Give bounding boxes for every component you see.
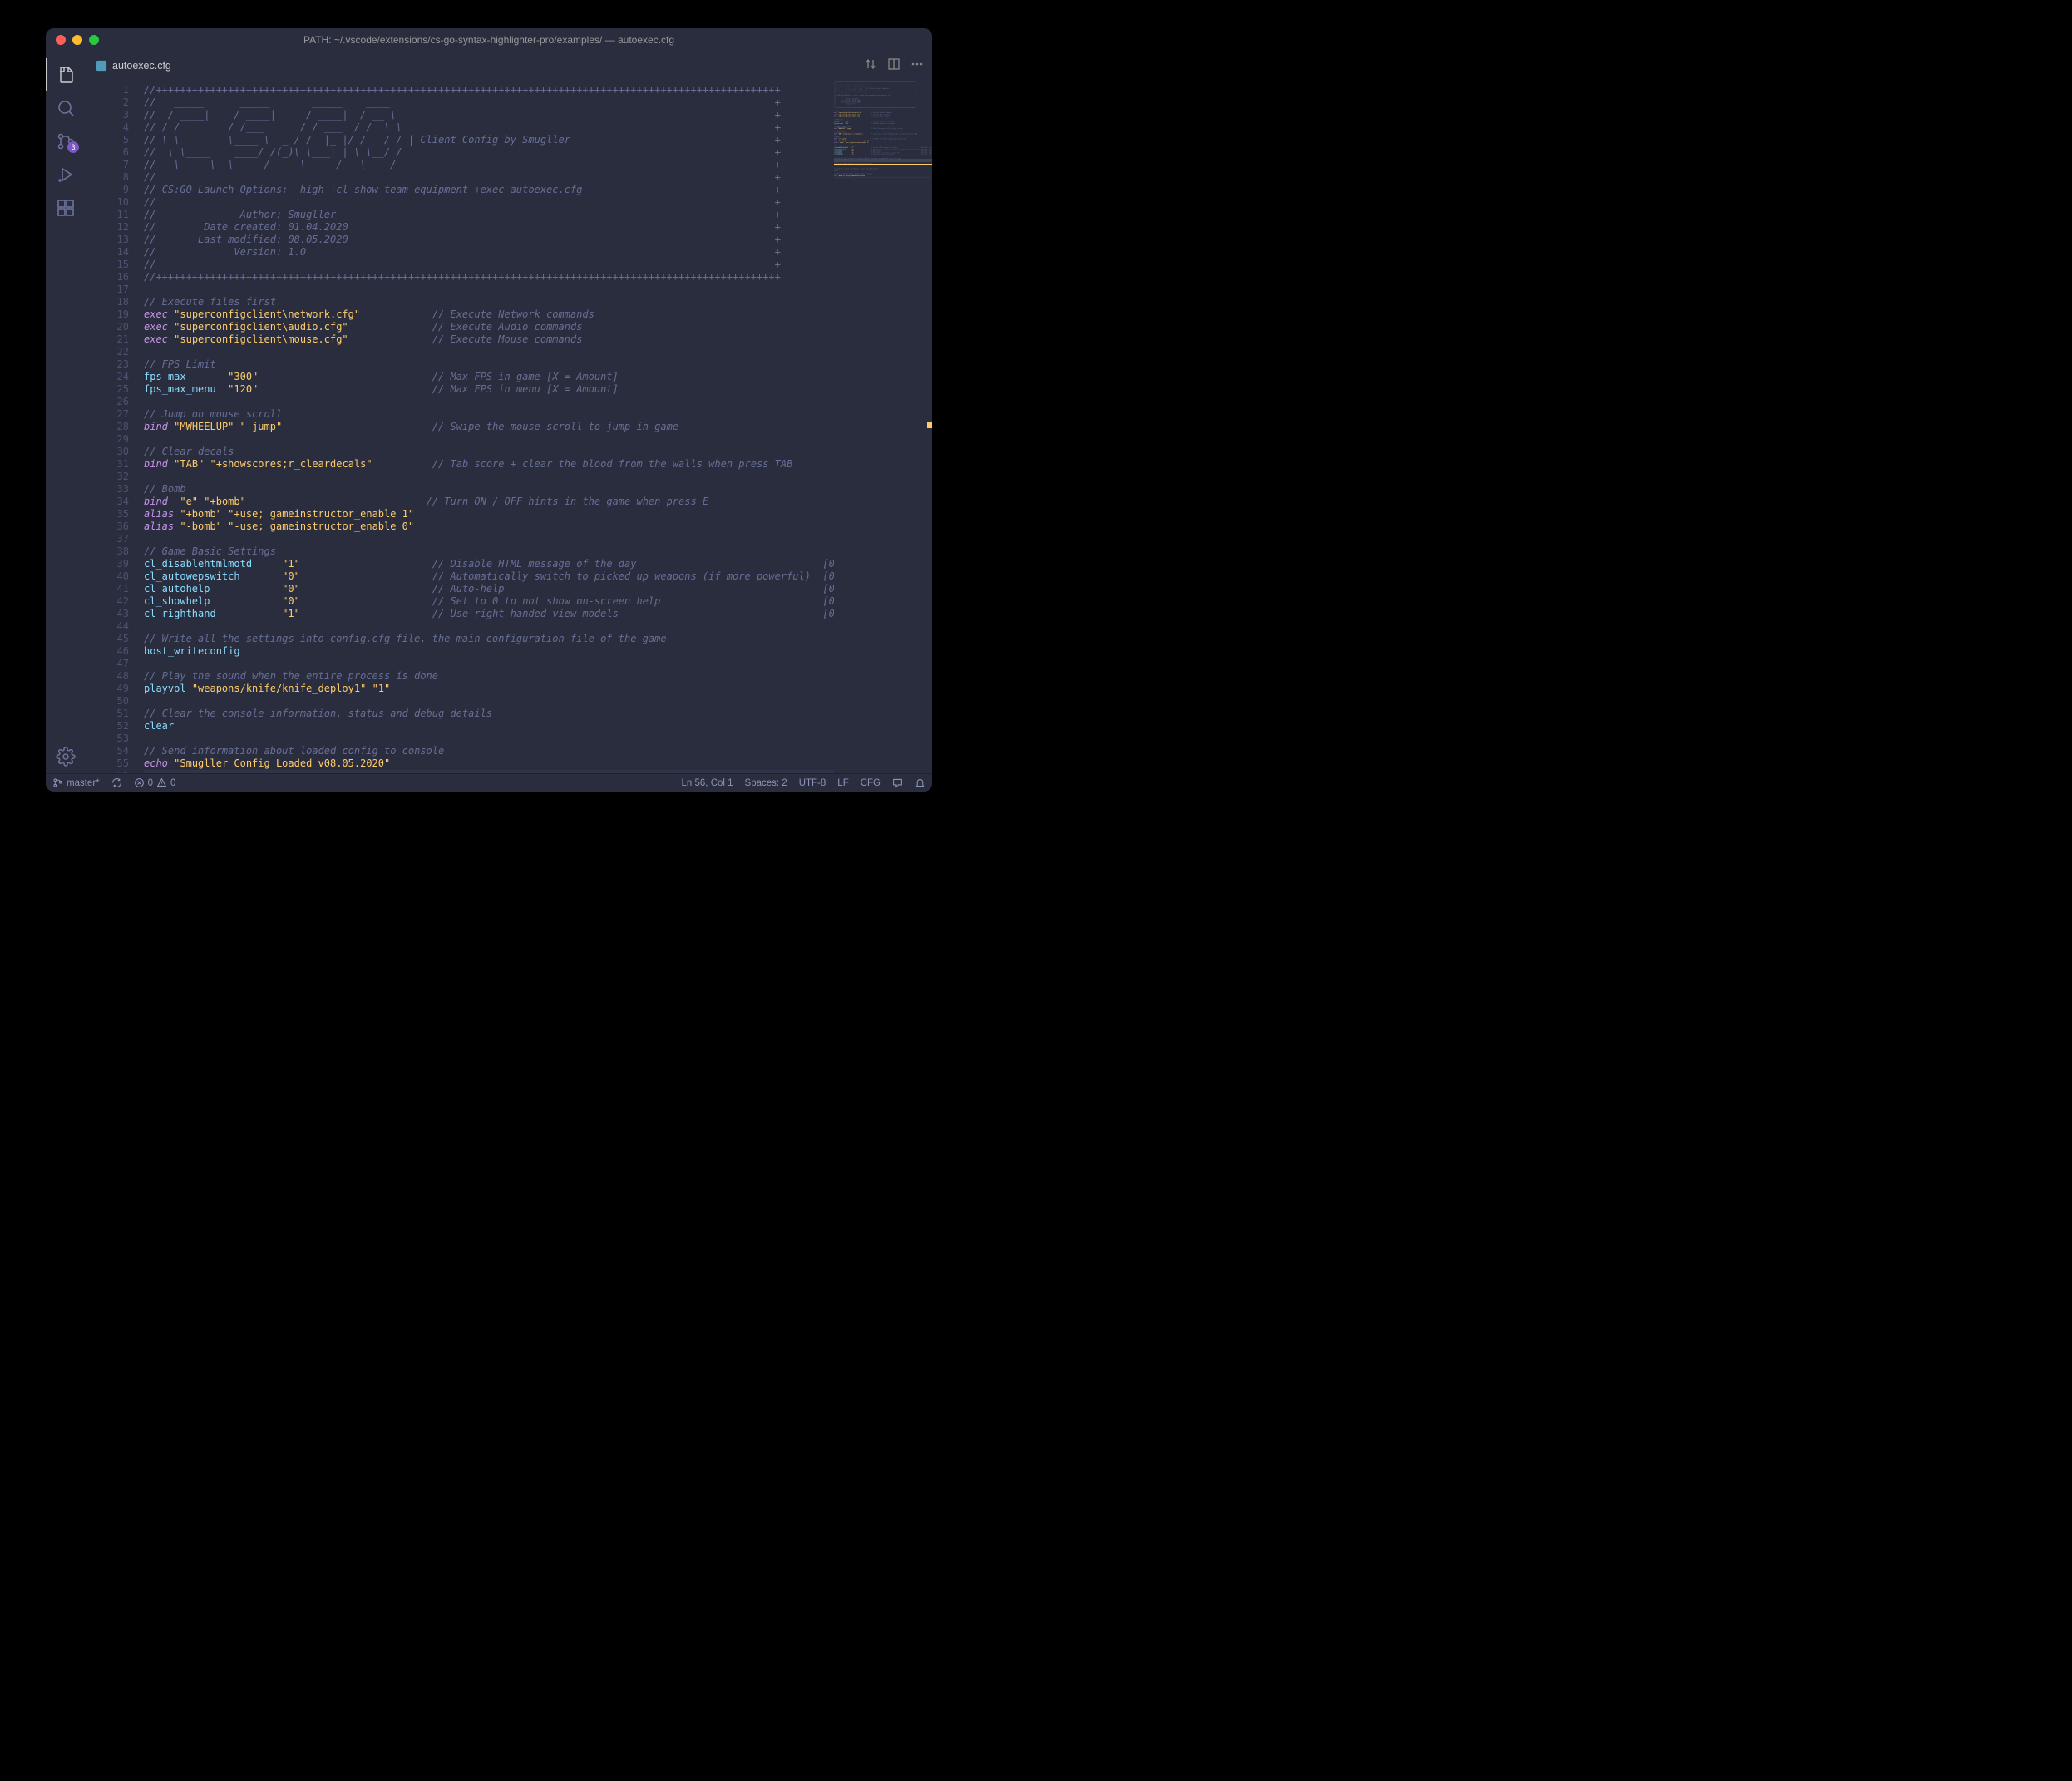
notifications-icon[interactable] — [915, 777, 925, 788]
minimap-cursor-line — [834, 164, 932, 165]
file-icon — [96, 60, 107, 72]
traffic-lights — [46, 35, 99, 45]
tab-autoexec[interactable]: autoexec.cfg — [86, 52, 181, 81]
indentation-status[interactable]: Spaces: 2 — [745, 778, 787, 788]
editor-body: 1234567891011121314151617181920212223242… — [86, 81, 932, 773]
explorer-icon[interactable] — [46, 58, 86, 91]
scm-badge: 3 — [67, 141, 79, 153]
settings-gear-icon[interactable] — [46, 740, 86, 773]
split-editor-icon[interactable] — [887, 57, 900, 75]
language-mode-status[interactable]: CFG — [861, 778, 881, 788]
line-number-gutter: 1234567891011121314151617181920212223242… — [86, 81, 144, 773]
git-branch-status[interactable]: master* — [52, 777, 100, 788]
git-branch-icon — [52, 777, 63, 788]
tab-bar: autoexec.cfg — [86, 52, 932, 81]
feedback-icon[interactable] — [892, 777, 903, 788]
sync-status[interactable] — [111, 777, 122, 788]
minimap-slider[interactable] — [834, 159, 932, 162]
tab-label: autoexec.cfg — [112, 60, 171, 72]
tab-actions — [864, 52, 932, 81]
search-icon[interactable] — [46, 91, 86, 125]
minimize-window-icon[interactable] — [72, 35, 82, 45]
compare-changes-icon[interactable] — [864, 57, 877, 75]
sync-icon — [111, 777, 122, 788]
editor-group: autoexec.cfg 123456789101112131415161718… — [86, 52, 932, 773]
minimap[interactable]: //++++++++++++++++++++++++++++++++++++++… — [834, 81, 932, 773]
window-title: PATH: ~/.vscode/extensions/cs-go-syntax-… — [46, 34, 932, 46]
code-editor[interactable]: //++++++++++++++++++++++++++++++++++++++… — [144, 81, 834, 773]
source-control-icon[interactable]: 3 — [46, 125, 86, 158]
debug-icon[interactable] — [46, 158, 86, 191]
status-bar: master* 0 0 Ln 56, Col 1 Spaces: 2 UTF-8… — [46, 773, 932, 792]
vscode-window: PATH: ~/.vscode/extensions/cs-go-syntax-… — [46, 28, 932, 792]
encoding-status[interactable]: UTF-8 — [799, 778, 826, 788]
titlebar: PATH: ~/.vscode/extensions/cs-go-syntax-… — [46, 28, 932, 52]
scrollbar-marker — [927, 422, 932, 428]
problems-status[interactable]: 0 0 — [134, 777, 176, 788]
main-area: 3 autoexec.cfg — [46, 52, 932, 773]
close-window-icon[interactable] — [56, 35, 66, 45]
activity-bar: 3 — [46, 52, 86, 773]
eol-status[interactable]: LF — [837, 778, 848, 788]
warning-icon — [156, 777, 167, 788]
extensions-icon[interactable] — [46, 191, 86, 224]
error-icon — [134, 777, 145, 788]
cursor-position-status[interactable]: Ln 56, Col 1 — [682, 778, 733, 788]
more-actions-icon[interactable] — [910, 57, 924, 75]
maximize-window-icon[interactable] — [89, 35, 99, 45]
